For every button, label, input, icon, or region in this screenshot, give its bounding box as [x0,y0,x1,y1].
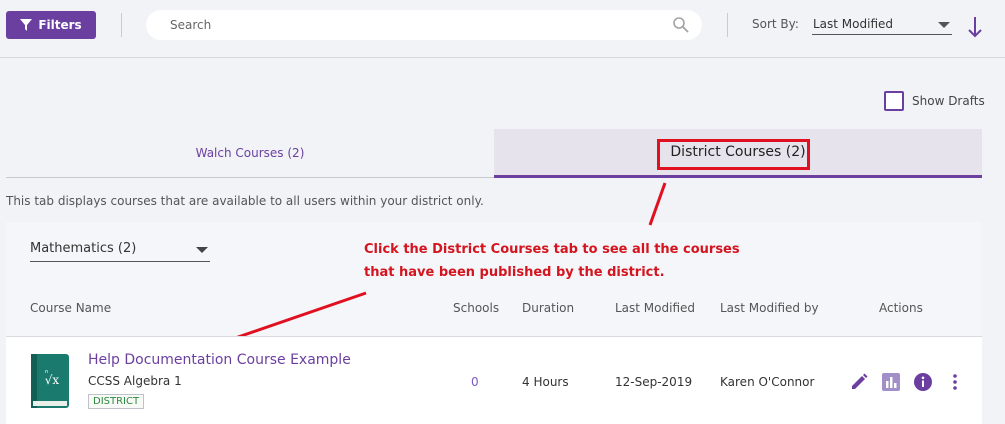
annotation-note-line2: that have been published by the district… [364,265,665,280]
course-book-icon: √x n [31,354,69,408]
course-title-link[interactable]: Help Documentation Course Example [88,352,351,368]
column-header-schools[interactable]: Schools [453,301,499,315]
column-header-course-name[interactable]: Course Name [30,301,111,315]
show-drafts-checkbox[interactable] [884,91,904,111]
bar-chart-icon[interactable] [881,372,901,392]
info-icon[interactable] [913,372,933,392]
column-header-actions: Actions [879,301,923,315]
sort-by-select[interactable]: Last Modified [812,13,952,35]
annotation-note-line1: Click the District Courses tab to see al… [364,242,740,257]
annotation-note: Click the District Courses tab to see al… [364,238,740,284]
annotation-arrow-to-tab [648,182,667,226]
chevron-down-icon [938,22,950,28]
last-modified-by-value: Karen O'Connor [720,375,815,389]
subject-select[interactable]: Mathematics (2) [30,238,210,262]
chevron-down-icon [196,247,208,253]
sort-by-label: Sort By: [752,17,799,31]
filters-button-label: Filters [38,18,82,32]
toolbar-divider [121,13,122,37]
toolbar: Filters Search Sort By: Last Modified [0,0,1005,58]
edit-pencil-icon[interactable] [849,372,869,392]
subject-select-value: Mathematics (2) [30,241,137,256]
annotation-highlight-box [657,139,810,170]
schools-count[interactable]: 0 [471,375,479,389]
toolbar-divider [727,13,728,37]
district-badge: DISTRICT [88,394,145,409]
show-drafts-toggle[interactable]: Show Drafts [884,91,985,111]
search-placeholder: Search [170,18,212,32]
search-input[interactable]: Search [146,10,702,40]
tab-walch-courses[interactable]: Walch Courses (2) [6,129,494,178]
tab-description: This tab displays courses that are avail… [6,194,484,208]
duration-value: 4 Hours [522,375,569,389]
column-header-duration[interactable]: Duration [522,301,574,315]
last-modified-value: 12-Sep-2019 [615,375,693,389]
sort-by-value: Last Modified [813,17,894,31]
filters-button[interactable]: Filters [6,11,96,39]
column-header-last-modified-by[interactable]: Last Modified by [720,301,819,315]
column-header-last-modified[interactable]: Last Modified [615,301,695,315]
filter-icon [20,19,33,31]
show-drafts-label: Show Drafts [912,94,985,108]
course-subtitle: CCSS Algebra 1 [88,374,182,388]
sort-direction-arrow-icon[interactable] [966,15,984,39]
search-icon[interactable] [672,16,690,34]
more-options-icon[interactable] [945,372,965,392]
svg-text:n: n [45,369,48,375]
tab-walch-courses-label: Walch Courses (2) [195,146,305,160]
svg-text:√x: √x [45,373,60,387]
